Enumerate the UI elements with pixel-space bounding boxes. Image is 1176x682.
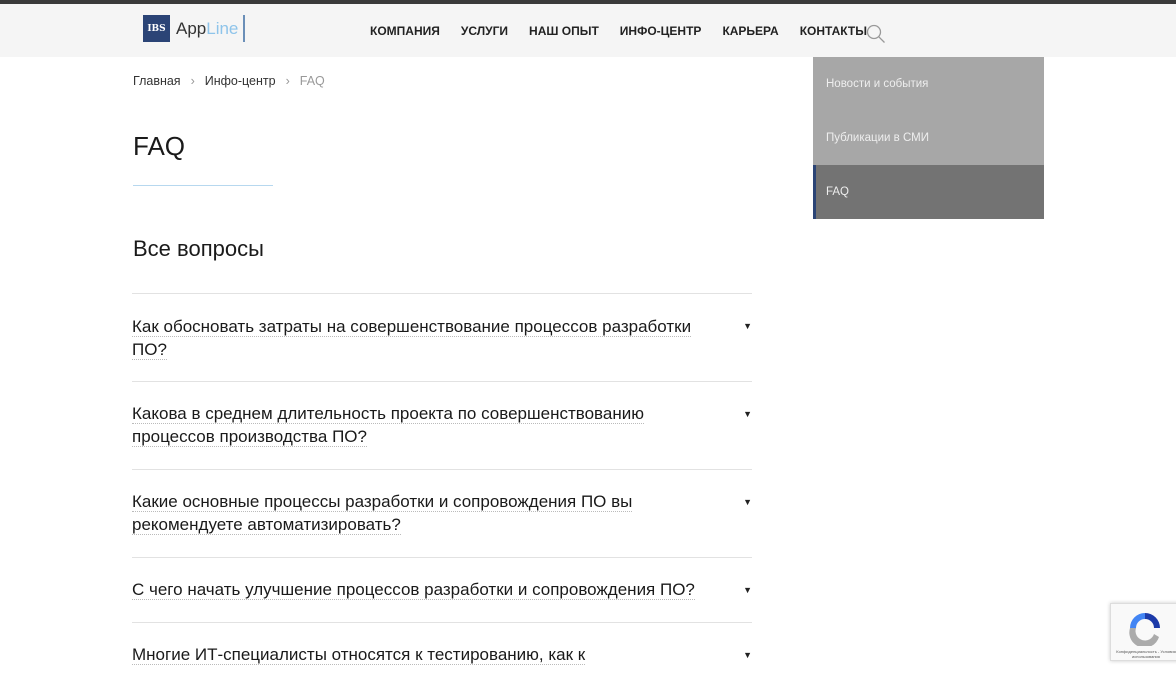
page-title: FAQ xyxy=(133,131,186,161)
breadcrumb-info-center[interactable]: Инфо-центр xyxy=(205,74,276,88)
breadcrumb-home[interactable]: Главная xyxy=(133,74,181,88)
title-underline xyxy=(133,185,273,186)
sidebar-item-faq[interactable]: FAQ xyxy=(813,165,1044,219)
logo-text: AppLine xyxy=(176,18,239,38)
search-icon[interactable] xyxy=(866,24,886,44)
faq-item[interactable]: С чего начать улучшение процессов разраб… xyxy=(132,557,752,622)
faq-item[interactable]: Многие ИТ-специалисты относятся к тестир… xyxy=(132,622,752,682)
breadcrumb-separator: › xyxy=(190,74,195,88)
breadcrumb-current: FAQ xyxy=(299,74,325,88)
nav-services[interactable]: УСЛУГИ xyxy=(461,24,508,38)
faq-item[interactable]: Как обосновать затраты на совершенствова… xyxy=(132,293,752,381)
breadcrumb-separator: › xyxy=(285,74,290,88)
faq-question[interactable]: С чего начать улучшение процессов разраб… xyxy=(132,580,695,600)
logo[interactable]: IBS AppLine xyxy=(143,15,246,42)
main-nav: КОМПАНИЯ УСЛУГИ НАШ ОПЫТ ИНФО-ЦЕНТР КАРЬ… xyxy=(370,24,867,38)
site-header: IBS AppLine КОМПАНИЯ УСЛУГИ НАШ ОПЫТ ИНФ… xyxy=(0,4,1176,57)
nav-experience[interactable]: НАШ ОПЫТ xyxy=(529,24,599,38)
faq-question[interactable]: Как обосновать затраты на совершенствова… xyxy=(132,317,692,360)
caret-down-icon[interactable]: ▼ xyxy=(743,409,752,419)
sidebar-item-publications[interactable]: Публикации в СМИ xyxy=(813,111,1044,165)
nav-career[interactable]: КАРЬЕРА xyxy=(722,24,778,38)
faq-question[interactable]: Многие ИТ-специалисты относятся к тестир… xyxy=(132,645,586,665)
faq-item[interactable]: Какова в среднем длительность проекта по… xyxy=(132,381,752,469)
nav-info-center[interactable]: ИНФО-ЦЕНТР xyxy=(620,24,702,38)
recaptcha-badge[interactable]: Конфиденциальность - Условия использован… xyxy=(1110,603,1176,661)
caret-down-icon[interactable]: ▼ xyxy=(743,497,752,507)
recaptcha-icon xyxy=(1129,613,1160,646)
caret-down-icon[interactable]: ▼ xyxy=(743,585,752,595)
faq-item[interactable]: Какие основные процессы разработки и соп… xyxy=(132,469,752,557)
breadcrumb: Главная › Инфо-центр › FAQ xyxy=(133,74,325,88)
faq-question[interactable]: Какие основные процессы разработки и соп… xyxy=(132,492,633,535)
sidebar-menu: Новости и события Публикации в СМИ FAQ xyxy=(813,57,1044,219)
caret-down-icon[interactable]: ▼ xyxy=(743,321,752,331)
logo-divider xyxy=(243,15,246,42)
nav-company[interactable]: КОМПАНИЯ xyxy=(370,24,440,38)
logo-mark: IBS xyxy=(143,15,170,42)
section-title: Все вопросы xyxy=(133,236,264,261)
caret-down-icon[interactable]: ▼ xyxy=(743,650,752,660)
recaptcha-terms[interactable]: Конфиденциальность - Условия использован… xyxy=(1113,649,1176,659)
faq-question[interactable]: Какова в среднем длительность проекта по… xyxy=(132,404,644,447)
sidebar-item-news[interactable]: Новости и события xyxy=(813,57,1044,111)
nav-contacts[interactable]: КОНТАКТЫ xyxy=(800,24,867,38)
